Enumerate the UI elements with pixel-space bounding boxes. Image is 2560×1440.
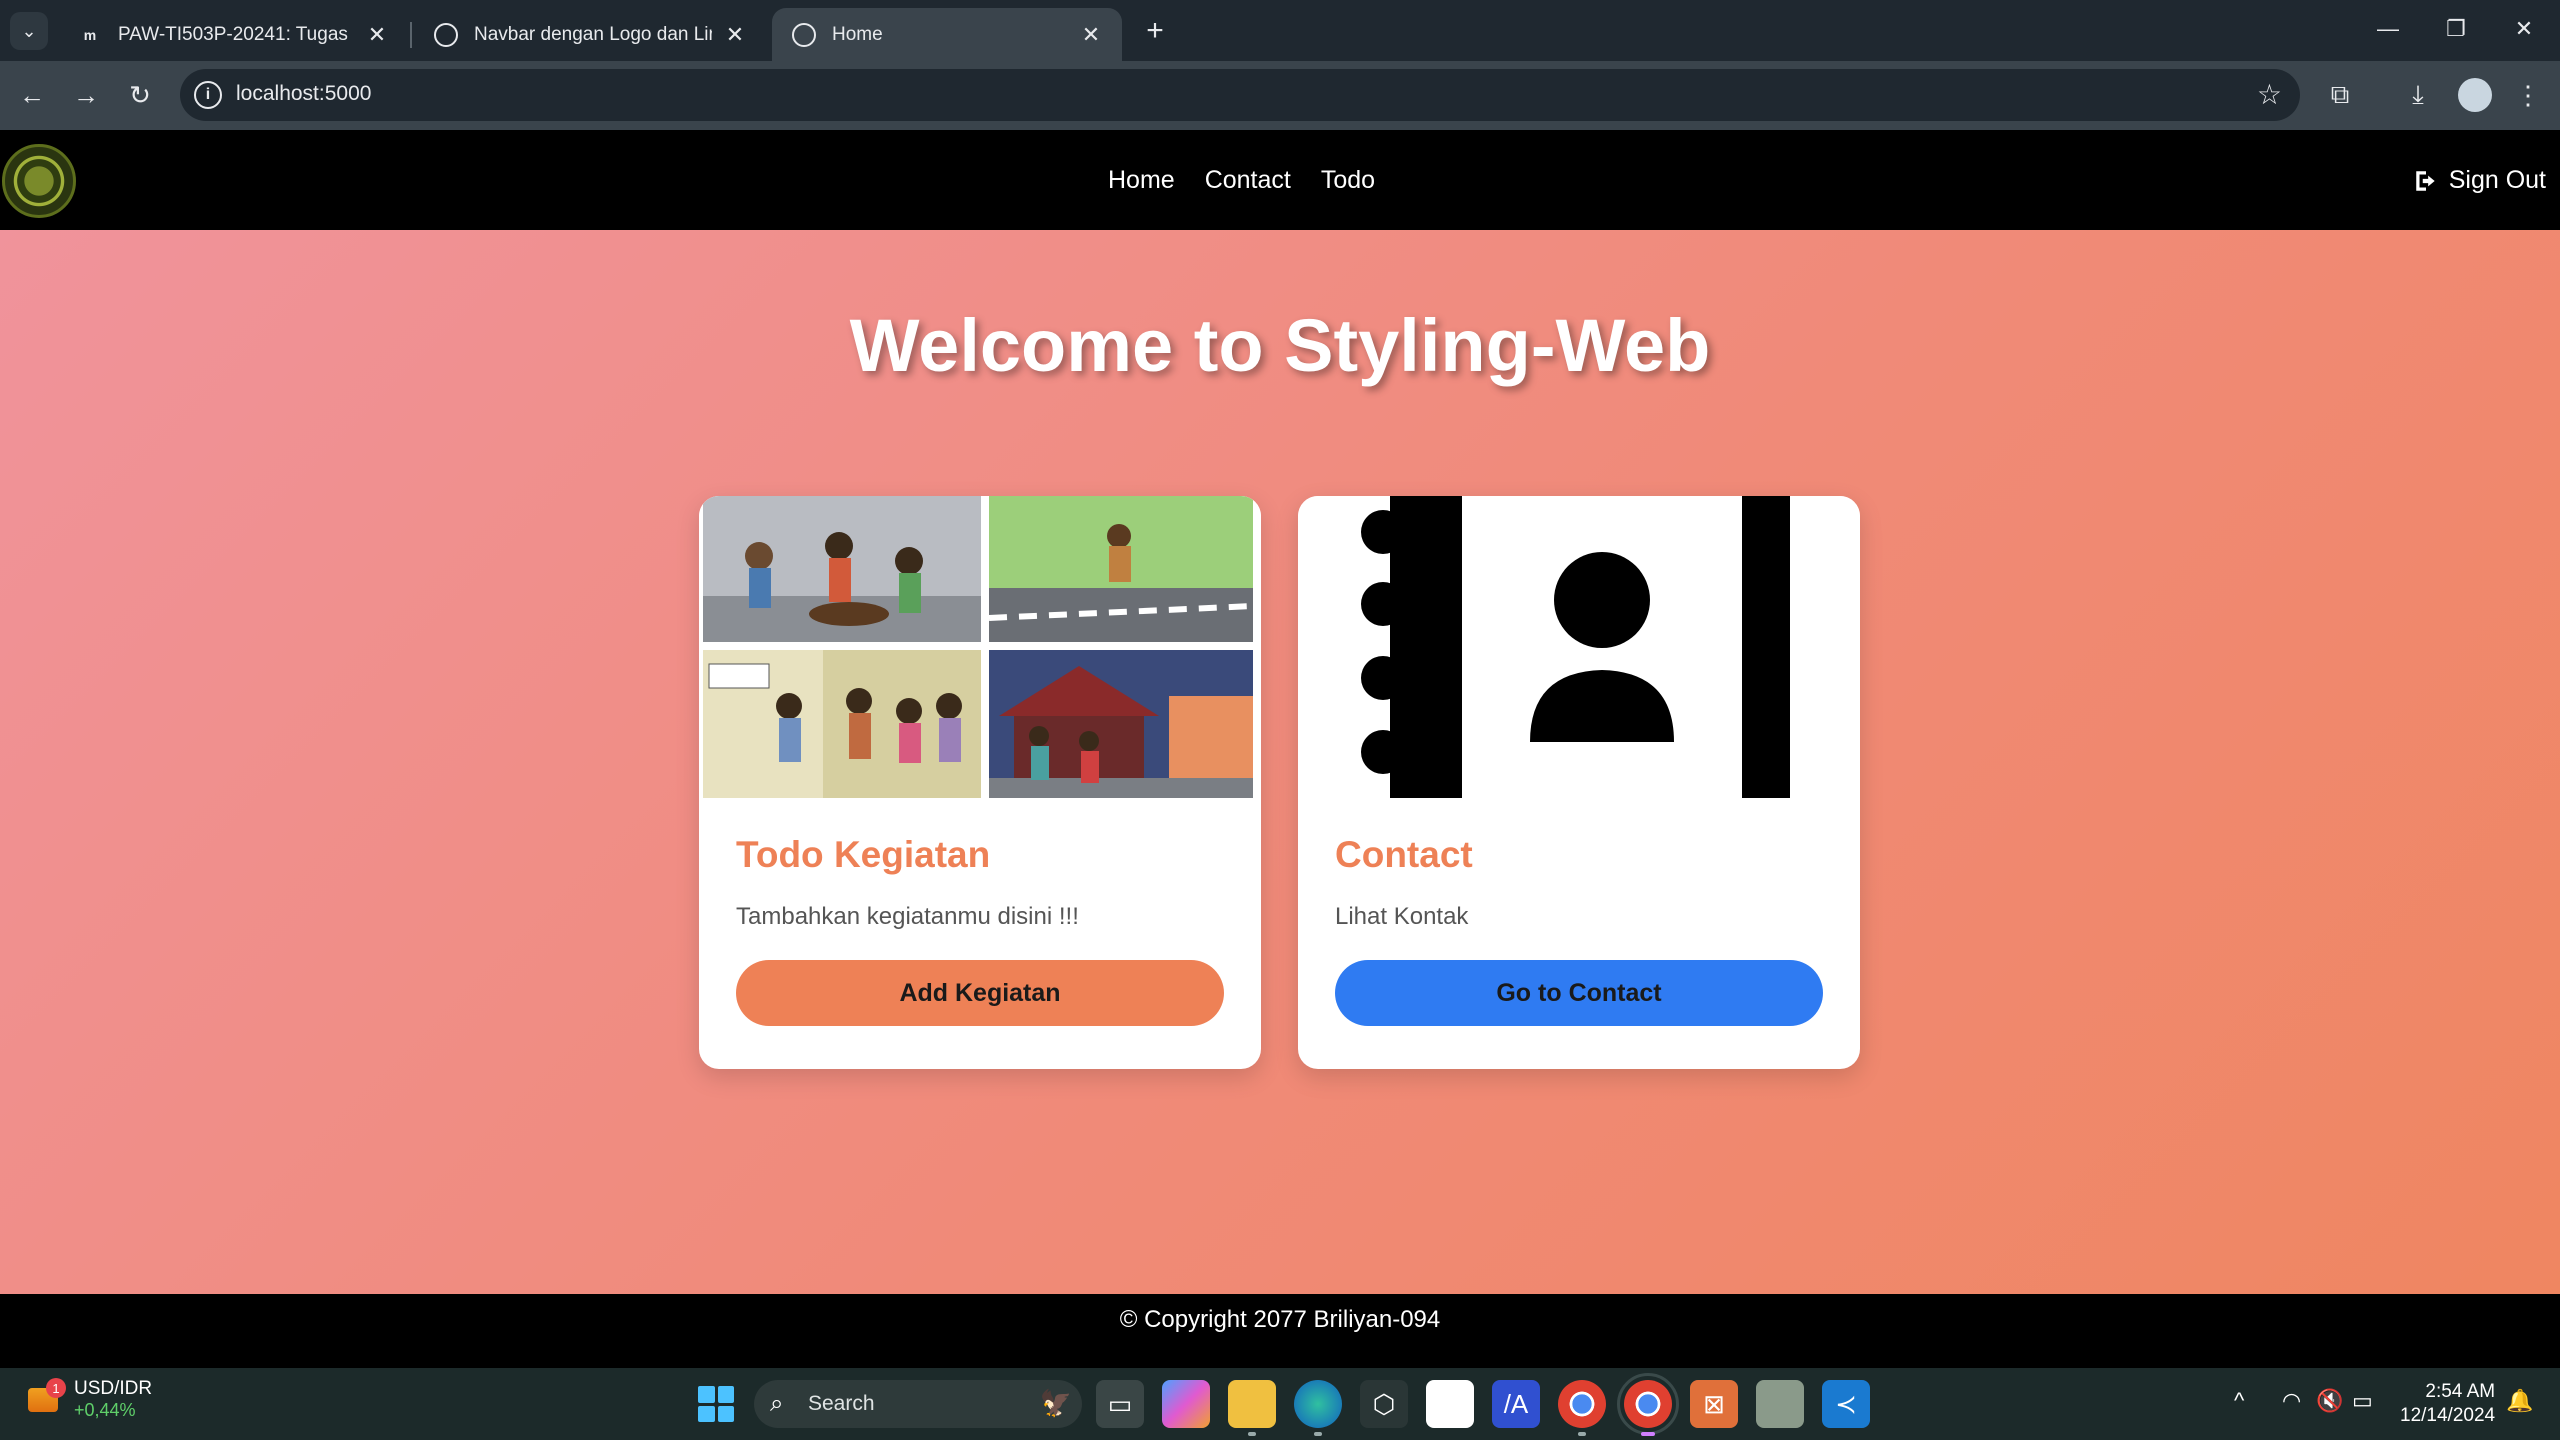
card-title: Todo Kegiatan — [736, 834, 991, 875]
xampp-icon[interactable]: ⊠ — [1690, 1380, 1738, 1428]
chrome-icon[interactable] — [1558, 1380, 1606, 1436]
notification-badge: 1 — [46, 1378, 66, 1398]
search-highlight-icon: 🦅 — [1039, 1388, 1072, 1418]
widget-value: +0,44% — [74, 1400, 136, 1420]
nav-links: Home Contact Todo — [1108, 166, 1375, 195]
app-hexagon-icon[interactable]: ⬡ — [1360, 1380, 1408, 1428]
battery-icon[interactable]: ▭ — [2352, 1388, 2373, 1414]
wifi-icon[interactable]: ◠ — [2282, 1388, 2301, 1414]
bookmark-star-icon[interactable]: ☆ — [2257, 78, 2282, 111]
tab-home[interactable]: Home ✕ — [772, 8, 1122, 61]
tab-title: PAW-TI503P-20241: Tugas Styling — [118, 23, 354, 45]
tray-chevron-icon[interactable]: ^ — [2234, 1388, 2244, 1414]
extensions-icon[interactable]: ⧉ — [2318, 73, 2362, 117]
close-tab-icon[interactable]: ✕ — [1078, 22, 1104, 48]
edge-icon[interactable] — [1294, 1380, 1342, 1436]
task-view-icon[interactable]: ▭ — [1096, 1380, 1144, 1428]
vscode-icon[interactable]: ≺ — [1822, 1380, 1870, 1428]
tab-search-button[interactable]: ⌄ — [10, 12, 48, 50]
chatgpt-favicon-icon — [434, 22, 458, 47]
back-icon[interactable]: ← — [10, 73, 54, 117]
tab-title: Navbar dengan Logo dan Link — [474, 23, 712, 45]
copilot-icon[interactable] — [1162, 1380, 1210, 1428]
sign-out-label: Sign Out — [2448, 166, 2546, 194]
url-text[interactable]: localhost:5000 — [236, 82, 371, 106]
gotong-royong-illustration — [699, 496, 1261, 798]
clock-date: 12/14/2024 — [2400, 1405, 2496, 1426]
currency-widget[interactable]: 1 USD/IDR +0,44% — [26, 1378, 152, 1421]
card-description: Lihat Kontak — [1335, 903, 1469, 930]
search-placeholder: Search — [808, 1392, 875, 1415]
widget-title: USD/IDR — [74, 1378, 153, 1399]
contact-card: Contact Lihat Kontak Go to Contact — [1298, 496, 1860, 1069]
sign-out-button[interactable]: Sign Out — [2413, 166, 2546, 195]
nav-link-home[interactable]: Home — [1108, 166, 1175, 195]
todo-card: Todo Kegiatan Tambahkan kegiatanmu disin… — [699, 496, 1261, 1069]
site-info-icon[interactable]: i — [194, 81, 222, 109]
download-icon[interactable]: ⤓ — [2396, 73, 2440, 117]
currency-widget-icon: 1 — [26, 1378, 66, 1418]
forward-icon[interactable]: → — [64, 73, 108, 117]
new-tab-button[interactable]: + — [1136, 12, 1174, 50]
card-description: Tambahkan kegiatanmu disini !!! — [736, 903, 1079, 930]
hero-section: Welcome to Styling-Web Todo Kegiatan Tam… — [0, 230, 2560, 1294]
nav-link-contact[interactable]: Contact — [1205, 166, 1291, 195]
notifications-icon[interactable]: 🔔 — [2506, 1388, 2533, 1414]
copyright-text: © Copyright 2077 Briliyan-094 — [1119, 1306, 1441, 1333]
close-window-icon[interactable]: ✕ — [2490, 0, 2558, 58]
app-network-icon[interactable] — [1756, 1380, 1804, 1428]
tab-navbar[interactable]: Navbar dengan Logo dan Link ✕ — [414, 8, 766, 61]
file-explorer-icon[interactable] — [1228, 1380, 1276, 1436]
nav-link-todo[interactable]: Todo — [1321, 166, 1375, 195]
site-navbar: Home Contact Todo Sign Out — [0, 130, 2560, 230]
sign-out-icon — [2415, 170, 2435, 191]
windows-start-icon[interactable] — [698, 1386, 734, 1422]
tab-title: Home — [832, 23, 883, 45]
restore-icon[interactable]: ❐ — [2422, 0, 2490, 58]
reload-icon[interactable]: ↻ — [118, 73, 162, 117]
site-footer: © Copyright 2077 Briliyan-094 — [0, 1294, 2560, 1368]
windows-taskbar: 1 USD/IDR +0,44% ⌕ Search 🦅 ▭ ⬡ /A ⊠ ≺ ^… — [0, 1368, 2560, 1440]
tab-separator — [410, 22, 412, 48]
browser-toolbar: ← → ↻ i localhost:5000 ☆ ⧉ ⤓ ⋮ — [0, 61, 2560, 130]
address-bar[interactable]: i localhost:5000 ☆ — [180, 69, 2300, 121]
menu-kebab-icon[interactable]: ⋮ — [2506, 73, 2550, 117]
volume-muted-icon[interactable]: 🔇 — [2316, 1388, 2343, 1414]
system-clock[interactable]: 2:54 AM 12/14/2024 — [2400, 1380, 2495, 1428]
search-icon: ⌕ — [770, 1390, 784, 1417]
tab-paw[interactable]: m PAW-TI503P-20241: Tugas Styling ✕ — [58, 8, 408, 61]
chrome-active-icon[interactable] — [1617, 1373, 1679, 1436]
page-title: Welcome to Styling-Web — [849, 304, 1711, 387]
contact-book-icon — [1298, 496, 1860, 798]
go-to-contact-button[interactable]: Go to Contact — [1335, 960, 1823, 1026]
university-logo[interactable] — [2, 144, 76, 218]
card-title: Contact — [1335, 834, 1473, 875]
microsoft-store-icon[interactable] — [1426, 1380, 1474, 1428]
profile-avatar[interactable] — [2458, 78, 2492, 112]
close-tab-icon[interactable]: ✕ — [364, 22, 390, 48]
clock-time: 2:54 AM — [2425, 1381, 2496, 1402]
globe-favicon-icon — [792, 22, 816, 47]
taskbar-search[interactable]: ⌕ Search 🦅 — [754, 1380, 1082, 1428]
moodle-favicon-icon: m — [83, 26, 97, 43]
close-tab-icon[interactable]: ✕ — [722, 22, 748, 48]
add-kegiatan-button[interactable]: Add Kegiatan — [736, 960, 1224, 1026]
browser-tabstrip: ⌄ m PAW-TI503P-20241: Tugas Styling ✕ Na… — [0, 0, 2560, 61]
minimize-icon[interactable]: — — [2354, 0, 2422, 58]
app-ai-icon[interactable]: /A — [1492, 1380, 1540, 1428]
